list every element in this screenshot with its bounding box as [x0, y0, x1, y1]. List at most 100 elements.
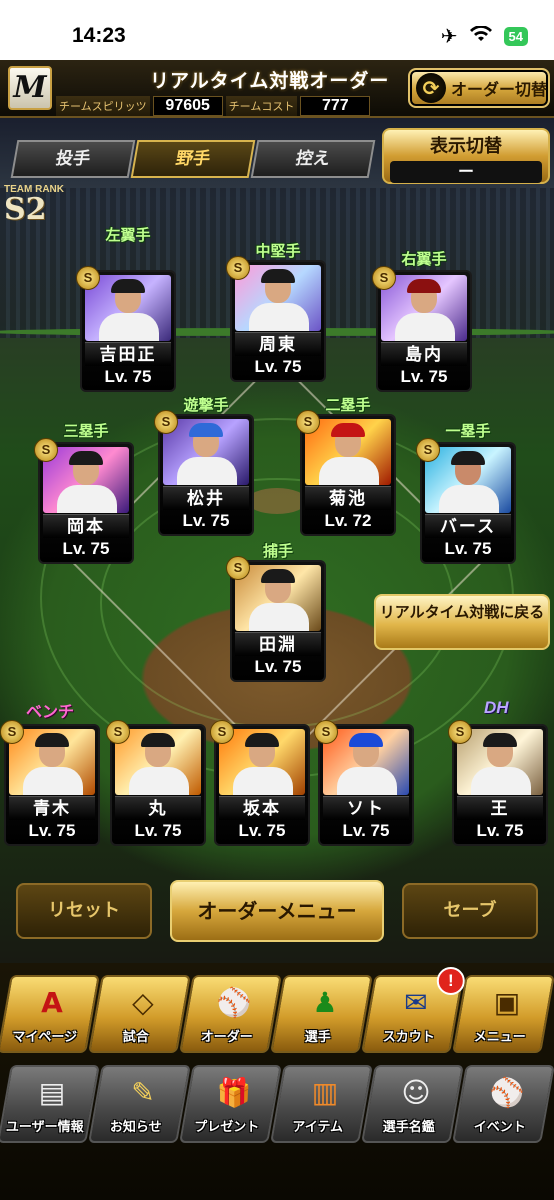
player-level: Lv. 75	[28, 821, 76, 840]
rarity-badge-icon: S	[0, 720, 24, 744]
position-tabs: 投手 野手 控え	[10, 140, 376, 178]
menu-label: 選手名鑑	[382, 1120, 435, 1135]
news-icon: ✎	[131, 1076, 155, 1109]
player-level: Lv. 75	[400, 367, 448, 386]
player-level: Lv. 75	[62, 539, 110, 558]
order-menu-button[interactable]: オーダーメニュー	[170, 880, 384, 942]
player-portrait	[323, 729, 409, 795]
team-cost-label: チームコスト	[225, 96, 298, 116]
player-name: 吉田正	[85, 342, 171, 366]
bench-card[interactable]: S 丸 Lv. 75	[106, 720, 206, 846]
player-level: Lv. 75	[134, 821, 182, 840]
event-icon: ⚾	[489, 1076, 525, 1109]
switch-order-label: オーダー切替	[451, 80, 548, 99]
page-title: リアルタイム対戦オーダー	[150, 70, 390, 92]
player-level: Lv. 75	[254, 357, 302, 376]
status-bar: 14:23 ✈ 54	[0, 0, 554, 60]
bench-card-dh[interactable]: S 王 Lv. 75	[448, 720, 548, 846]
item-icon: ▥	[311, 1076, 339, 1109]
position-label-lf: 左翼手	[105, 226, 151, 244]
player-card-cf[interactable]: S 周東 Lv. 75	[226, 256, 326, 382]
player-card-rf[interactable]: S 島内 Lv. 75	[372, 266, 472, 392]
menu-label: オーダー	[200, 1030, 253, 1045]
team-rank: TEAM RANK S2	[4, 184, 64, 225]
menu-mypage[interactable]: A マイページ	[0, 975, 100, 1053]
display-toggle-label: 表示切替	[430, 136, 502, 157]
menu-scout[interactable]: ✉ スカウト !	[361, 967, 465, 1053]
bench-label: ベンチ	[26, 702, 75, 721]
menu-label: イベント	[473, 1120, 526, 1135]
player-portrait	[305, 419, 391, 485]
menu-present[interactable]: 🎁 プレゼント	[179, 1065, 282, 1143]
display-toggle-button[interactable]: 表示切替 ー	[382, 128, 550, 184]
player-level: Lv. 75	[182, 511, 230, 530]
team-rank-value: S2	[4, 192, 47, 227]
team-cost-value: 777	[300, 96, 371, 116]
rarity-badge-icon: S	[76, 266, 100, 290]
user-info-icon: ▤	[38, 1076, 66, 1109]
bench-card[interactable]: S 坂本 Lv. 75	[210, 720, 310, 846]
player-name: バース	[425, 514, 511, 538]
player-name: 周東	[235, 332, 321, 356]
rarity-badge-icon: S	[296, 410, 320, 434]
sub-menu-row: ▤ ユーザー情報 ✎ お知らせ 🎁 プレゼント ▥ アイテム ☺ 選手名鑑 ⚾ …	[0, 1065, 554, 1143]
field-area: 投手 野手 控え 表示切替 ー TEAM RANK S2 左翼手 S 吉田正 L…	[0, 118, 554, 963]
menu-label: 選手	[304, 1030, 331, 1045]
player-name: 松井	[163, 486, 249, 510]
switch-order-button[interactable]: ⟳ オーダー切替	[408, 68, 550, 108]
player-portrait	[235, 565, 321, 631]
player-name: 青木	[9, 796, 95, 820]
stadium-icon: ◇	[132, 986, 154, 1019]
player-card-c[interactable]: S 田淵 Lv. 75	[226, 556, 326, 682]
main-menu-row: A マイページ ◇ 試合 ⚾ オーダー ♟ 選手 ✉ スカウト ! ▣ メニュー	[0, 967, 554, 1053]
menu-item[interactable]: ▥ アイテム	[270, 1065, 373, 1143]
menu-news[interactable]: ✎ お知らせ	[88, 1065, 191, 1143]
menu-player-directory[interactable]: ☺ 選手名鑑	[361, 1065, 464, 1143]
save-button[interactable]: セーブ	[402, 883, 538, 939]
rarity-badge-icon: S	[106, 720, 130, 744]
player-name: 坂本	[219, 796, 305, 820]
pitchers-mound	[247, 488, 307, 514]
menu-order[interactable]: ⚾ オーダー	[179, 975, 282, 1053]
menu-icon: ▣	[493, 986, 521, 1019]
menu-user-info[interactable]: ▤ ユーザー情報	[0, 1065, 100, 1143]
player-card-3b[interactable]: S 岡本 Lv. 75	[34, 438, 134, 564]
rarity-badge-icon: S	[416, 438, 440, 462]
sync-icon: ⟳	[416, 73, 446, 103]
rarity-badge-icon: S	[154, 410, 178, 434]
rarity-badge-icon: S	[314, 720, 338, 744]
airplane-icon: ✈	[440, 24, 458, 48]
rarity-badge-icon: S	[34, 438, 58, 462]
player-card-ss[interactable]: S 松井 Lv. 75	[154, 410, 254, 536]
bench-card[interactable]: S ソト Lv. 75	[314, 720, 414, 846]
bench-card[interactable]: S 青木 Lv. 75	[0, 720, 100, 846]
tab-fielder[interactable]: 野手	[130, 140, 256, 178]
menu-label: アイテム	[292, 1120, 344, 1135]
reset-button[interactable]: リセット	[16, 883, 152, 939]
menu-game[interactable]: ◇ 試合	[88, 975, 191, 1053]
tab-reserve[interactable]: 控え	[250, 140, 376, 178]
tab-pitcher[interactable]: 投手	[10, 140, 136, 178]
player-card-1b[interactable]: S バース Lv. 75	[416, 438, 516, 564]
battery-icon: 54	[503, 26, 528, 46]
menu-players[interactable]: ♟ 選手	[270, 975, 373, 1053]
player-name: ソト	[323, 796, 409, 820]
team-stats: チームスピリッツ 97605 チームコスト 777	[56, 96, 371, 116]
player-card-lf[interactable]: S 吉田正 Lv. 75	[76, 266, 176, 392]
clock: 14:23	[72, 24, 126, 47]
player-directory-icon: ☺	[401, 1076, 431, 1109]
menu-label: ユーザー情報	[5, 1120, 84, 1135]
back-to-realtime-battle-button[interactable]: リアルタイム対戦に戻る	[374, 594, 550, 650]
menu-menu[interactable]: ▣ メニュー	[452, 975, 554, 1053]
player-portrait	[381, 275, 467, 341]
player-level: Lv. 72	[324, 511, 372, 530]
menu-label: お知らせ	[109, 1120, 162, 1135]
team-logo: M	[8, 66, 52, 110]
dh-label: DH	[484, 698, 509, 717]
menu-event[interactable]: ⚾ イベント	[452, 1065, 554, 1143]
player-name: 丸	[115, 796, 201, 820]
player-portrait	[235, 265, 321, 331]
rarity-badge-icon: S	[226, 256, 250, 280]
player-card-2b[interactable]: S 菊池 Lv. 72	[296, 410, 396, 536]
player-level: Lv. 75	[444, 539, 492, 558]
